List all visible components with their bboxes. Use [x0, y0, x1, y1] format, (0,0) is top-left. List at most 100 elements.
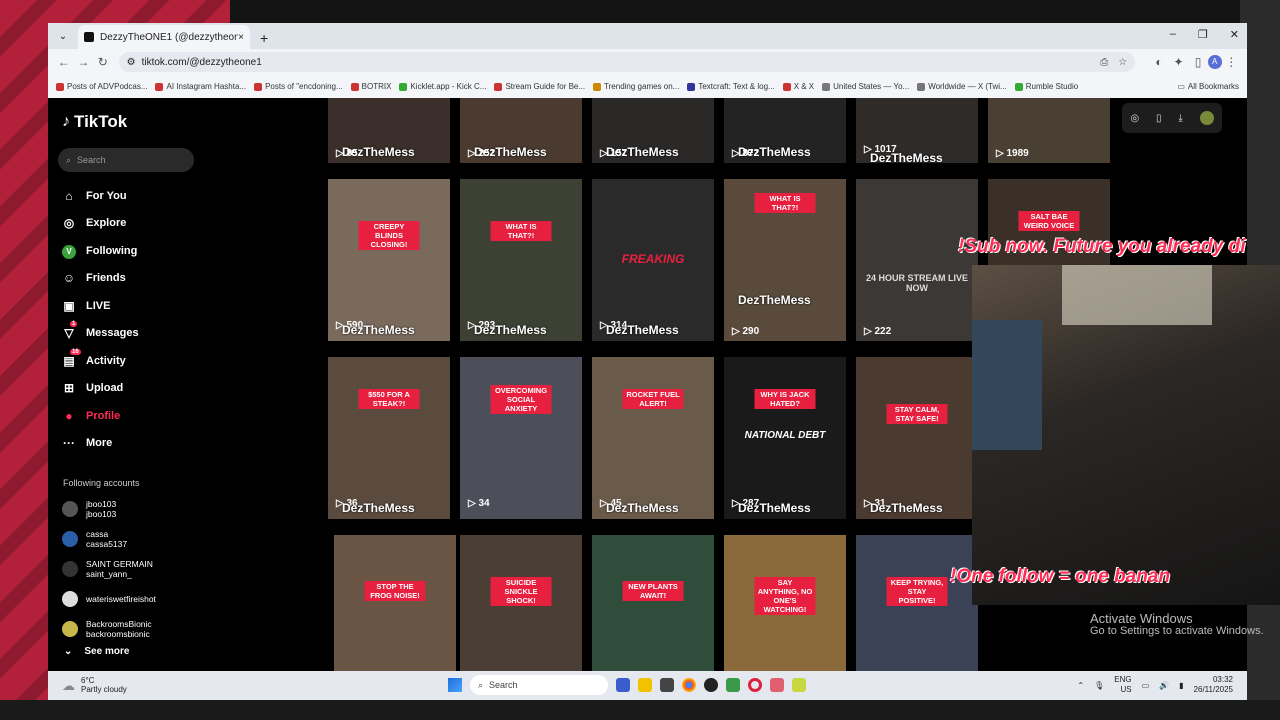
nav-upload[interactable]: ⊞ Upload — [62, 375, 139, 403]
app-icon[interactable] — [792, 678, 806, 692]
nav-activity[interactable]: ▤ 16 Activity — [62, 347, 139, 375]
see-more-button[interactable]: ⌄ See more — [64, 646, 129, 657]
install-icon[interactable]: ⎙ — [1100, 57, 1108, 68]
download-icon[interactable]: ⤓ — [1178, 113, 1182, 124]
nav-for-you[interactable]: ⌂ For You — [62, 182, 139, 210]
address-bar[interactable]: ⚙ tiktok.com/@dezzytheone1 ⎙ ☆ — [118, 52, 1136, 72]
all-bookmarks-button[interactable]: ▭ All Bookmarks — [1177, 82, 1239, 91]
windows-start-icon[interactable] — [448, 678, 462, 692]
network-icon[interactable]: ▭ — [1142, 681, 1150, 690]
video-tile[interactable]: DezTheMess ▷ 1017 — [856, 98, 978, 163]
video-watermark: DezTheMess — [342, 323, 415, 337]
file-explorer-icon[interactable] — [638, 678, 652, 692]
nav-explore[interactable]: ◎ Explore — [62, 210, 139, 238]
video-watermark: DezTheMess — [738, 501, 811, 515]
bookmark-item[interactable]: X & X — [782, 82, 814, 91]
chrome-icon[interactable] — [682, 678, 696, 692]
bookmark-item[interactable]: Textcraft: Text & log... — [687, 82, 775, 91]
reload-icon[interactable]: ↻ — [93, 55, 113, 69]
microphone-icon[interactable]: 🎙 — [1094, 681, 1104, 690]
video-tile[interactable]: DezTheMess ▷ 252 — [460, 98, 582, 163]
site-info-icon[interactable]: ⚙ — [127, 57, 136, 68]
video-tile[interactable]: DezTheMess ▷ 872 — [724, 98, 846, 163]
bookmark-item[interactable]: AI Instagram Hashta... — [155, 82, 246, 91]
video-tile[interactable]: $550 FOR A STEAK?! ▷ 36 DezTheMess — [328, 357, 450, 519]
tab-search-icon[interactable]: ⌄ — [54, 28, 72, 46]
video-watermark: DezTheMess — [870, 501, 943, 515]
compass-icon[interactable]: ◎ — [1130, 113, 1139, 124]
phone-icon[interactable]: ▯ — [1156, 113, 1162, 124]
video-tile[interactable]: DezTheMess ▷ 85 — [328, 98, 450, 163]
nav-following[interactable]: V Following — [62, 237, 139, 265]
menu-kebab-icon[interactable]: ⋮ — [1222, 55, 1242, 69]
bookmark-item[interactable]: BOTRIX — [350, 82, 391, 91]
user-avatar[interactable] — [1199, 111, 1214, 125]
video-tile[interactable]: OVERCOMING SOCIAL ANXIETY ▷ 34 — [460, 357, 582, 519]
video-tile[interactable]: FREAKING ▷ 314 DezTheMess — [592, 179, 714, 341]
account-item[interactable]: jboo103 jboo103 — [62, 494, 156, 524]
tab-close-icon[interactable]: × — [238, 32, 244, 43]
bookmark-item[interactable]: Rumble Studio — [1014, 82, 1078, 91]
video-tile[interactable]: DezTheMess ▷ 157 — [592, 98, 714, 163]
task-view-icon[interactable] — [616, 678, 630, 692]
account-item[interactable]: wateriswetfireishot — [62, 584, 156, 614]
video-tile[interactable]: KEEP TRYING, STAY POSITIVE! — [856, 535, 978, 671]
video-tile[interactable]: STOP THE FROG NOISE! — [334, 535, 456, 671]
video-tile[interactable]: SAY ANYTHING, NO ONE'S WATCHING! — [724, 535, 846, 671]
volume-icon[interactable]: 🔊 — [1159, 681, 1169, 690]
video-tile[interactable]: STAY CALM, STAY SAFE! ▷ 31 DezTheMess — [856, 357, 978, 519]
chevron-up-icon[interactable]: ⌃ — [1077, 681, 1084, 690]
video-tile[interactable]: WHAT IS THAT?! ▷ 293 DezTheMess — [460, 179, 582, 341]
bookmark-item[interactable]: United States — Yo... — [822, 82, 909, 91]
language-indicator[interactable]: ENG US — [1114, 675, 1131, 695]
account-item[interactable]: BackroomsBionic backroomsbionic — [62, 614, 156, 644]
search-input[interactable]: ⌕ Search — [58, 148, 194, 172]
windows-taskbar: ☁ 6°C Partly cloudy ⌕ Search ⌃ 🎙 ENG US ▭ 🔊… — [48, 671, 1247, 700]
clock[interactable]: 03:32 26/11/2025 — [1194, 675, 1233, 695]
bookmark-item[interactable]: Worldwide — X (Twi... — [917, 82, 1007, 91]
bookmark-favicon-icon — [350, 82, 359, 91]
puzzle-icon[interactable]: ✦ — [1169, 55, 1189, 69]
nav-profile[interactable]: ● Profile — [62, 402, 139, 430]
video-tile[interactable]: WHY IS JACK HATED? NATIONAL DEBT ▷ 287 DezT… — [724, 357, 846, 519]
close-window-icon[interactable]: ✕ — [1230, 28, 1239, 41]
new-tab-button[interactable]: + — [260, 30, 268, 46]
bookmark-item[interactable]: Stream Guide for Be... — [494, 82, 585, 91]
forward-icon[interactable]: → — [74, 55, 94, 69]
battery-icon[interactable]: ▮ — [1179, 681, 1183, 690]
video-tile[interactable]: 24 HOUR STREAM LIVE NOW ▷ 222 — [856, 179, 978, 341]
bookmark-item[interactable]: Kicklet.app - Kick C... — [399, 82, 486, 91]
restore-icon[interactable]: ❐ — [1198, 28, 1208, 41]
bookmark-item[interactable]: Posts of ADVPodcas... — [56, 82, 147, 91]
bookmark-item[interactable]: Posts of "encdoning... — [254, 82, 343, 91]
taskbar-search[interactable]: ⌕ Search — [470, 675, 608, 695]
tiktok-logo[interactable]: ♪ TikTok — [62, 112, 127, 132]
profile-avatar[interactable]: A — [1207, 55, 1222, 69]
video-tile[interactable]: SUICIDE SNICKLE SHOCK! — [460, 535, 582, 671]
opera-icon[interactable] — [748, 678, 762, 692]
nav-messages[interactable]: ▽ 1 Messages — [62, 320, 139, 348]
account-item[interactable]: SAINT GERMAIN saint_yann_ — [62, 554, 156, 584]
app-icon[interactable] — [704, 678, 718, 692]
account-item[interactable]: cassa cassa5137 — [62, 524, 156, 554]
bookmark-item[interactable]: Trending games on... — [593, 82, 679, 91]
nav-more[interactable]: ··· More — [62, 430, 139, 458]
video-tile[interactable]: CREEPY BLINDS CLOSING! ▷ 590 DezTheMess — [328, 179, 450, 341]
video-tile[interactable]: WHAT IS THAT?! DezTheMess ▷ 290 — [724, 179, 846, 341]
bookmark-star-icon[interactable]: ☆ — [1118, 57, 1127, 68]
nav-live[interactable]: ▣ LIVE — [62, 292, 139, 320]
webcam-monitor — [972, 320, 1042, 450]
extension-icon[interactable]: ◐ — [1149, 55, 1169, 69]
weather-widget[interactable]: ☁ 6°C Partly cloudy — [62, 676, 127, 694]
video-tile[interactable]: ROCKET FUEL ALERT! ▷ 45 DezTheMess — [592, 357, 714, 519]
nav-friends[interactable]: ☺ Friends — [62, 265, 139, 293]
minimize-icon[interactable]: – — [1170, 28, 1176, 41]
active-tab[interactable]: DezzyTheONE1 (@dezzytheone1) × — [78, 25, 250, 49]
app-icon[interactable] — [770, 678, 784, 692]
back-icon[interactable]: ← — [54, 55, 74, 69]
video-tile[interactable]: NEW PLANTS AWAIT! — [592, 535, 714, 671]
app-icon[interactable] — [660, 678, 674, 692]
video-tile[interactable]: ▷ 1989 — [988, 98, 1110, 163]
app-icon[interactable] — [726, 678, 740, 692]
sidepanel-icon[interactable]: ▯ — [1188, 55, 1208, 69]
